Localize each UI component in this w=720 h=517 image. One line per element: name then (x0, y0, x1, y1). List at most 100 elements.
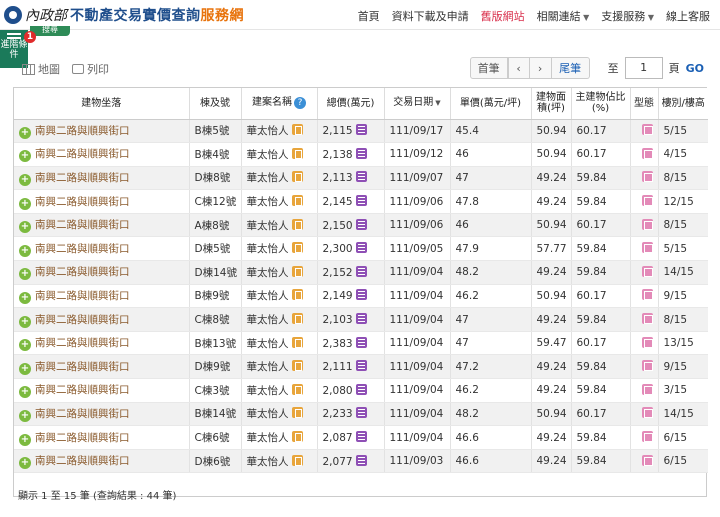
table-row[interactable]: + 南興二路與順興街口 C棟3號 華太怡人 2,080 111/09/04 46.2 49.2… (14, 378, 708, 403)
building-info-icon[interactable] (291, 242, 303, 254)
table-row[interactable]: + 南興二路與順興街口 D棟5號 華太怡人 2,300 111/09/05 47.9 57.7… (14, 236, 708, 262)
help-icon[interactable]: ? (294, 97, 306, 110)
address-text[interactable]: 南興二路與順興街口 (35, 361, 130, 373)
address-text[interactable]: 南興二路與順興街口 (35, 219, 130, 231)
nav-item-3[interactable]: 相關連結 ▼ (537, 8, 590, 24)
table-row[interactable]: + 南興二路與順興街口 A棟8號 華太怡人 2,150 111/09/06 46 50.94 6… (14, 213, 708, 238)
expand-row-icon[interactable]: + (19, 409, 31, 422)
calculator-icon[interactable] (355, 124, 367, 136)
building-info-icon[interactable] (291, 431, 303, 443)
calculator-icon[interactable] (355, 313, 367, 325)
building-type-icon[interactable] (641, 147, 653, 159)
building-type-icon[interactable] (641, 124, 653, 136)
address-text[interactable]: 南興二路與順興街口 (35, 148, 130, 160)
building-type-icon[interactable] (641, 454, 653, 466)
print-button[interactable]: 列印 (72, 61, 109, 77)
table-row[interactable]: + 南興二路與順興街口 B棟13號 華太怡人 2,383 111/09/04 47 59.47… (14, 331, 708, 356)
nav-item-2[interactable]: 舊版網站 (481, 8, 525, 24)
building-type-icon[interactable] (641, 289, 653, 301)
calculator-icon[interactable] (355, 383, 367, 395)
expand-row-icon[interactable]: + (19, 244, 31, 257)
page-number-input[interactable]: 1 (624, 57, 663, 79)
calculator-icon[interactable] (355, 454, 367, 466)
go-button[interactable]: GO (686, 62, 704, 75)
address-text[interactable]: 南興二路與順興街口 (35, 172, 130, 184)
table-row[interactable]: + 南興二路與順興街口 B棟4號 華太怡人 2,138 111/09/12 46 50.94 6… (14, 142, 708, 167)
building-info-icon[interactable] (291, 147, 303, 159)
nav-item-5[interactable]: 線上客服 (666, 8, 710, 24)
expand-row-icon[interactable]: + (19, 339, 31, 352)
address-text[interactable]: 南興二路與順興街口 (35, 408, 130, 420)
expand-row-icon[interactable]: + (19, 457, 31, 470)
building-type-icon[interactable] (641, 313, 653, 325)
calculator-icon[interactable] (355, 242, 367, 254)
address-text[interactable]: 南興二路與順興街口 (35, 384, 130, 396)
calculator-icon[interactable] (355, 407, 367, 419)
building-type-icon[interactable] (641, 265, 653, 277)
building-type-icon[interactable] (641, 360, 653, 372)
col-community[interactable]: 建案名稱? (241, 88, 318, 120)
first-page-button[interactable]: 首筆 (469, 57, 508, 79)
table-row[interactable]: + 南興二路與順興街口 D棟6號 華太怡人 2,077 111/09/03 46.6 49.2… (14, 449, 708, 474)
address-text[interactable]: 南興二路與順興街口 (35, 432, 130, 444)
table-row[interactable]: + 南興二路與順興街口 D棟9號 華太怡人 2,111 111/09/04 47.2 49.2… (14, 354, 708, 380)
calculator-icon[interactable] (355, 147, 367, 159)
table-row[interactable]: + 南興二路與順興街口 D棟8號 華太怡人 2,113 111/09/07 47 49.24 5… (14, 166, 708, 191)
table-row[interactable]: + 南興二路與順興街口 B棟14號 華太怡人 2,233 111/09/04 48.2 50.… (14, 402, 708, 427)
expand-row-icon[interactable]: + (19, 126, 31, 139)
prev-page-button[interactable]: ‹ (507, 57, 530, 79)
table-row[interactable]: + 南興二路與順興街口 C棟6號 華太怡人 2,087 111/09/04 46.6 49.2… (14, 425, 708, 450)
table-row[interactable]: + 南興二路與順興街口 C棟12號 華太怡人 2,145 111/09/06 47.8 49.… (14, 189, 708, 214)
address-text[interactable]: 南興二路與順興街口 (35, 125, 130, 137)
building-type-icon[interactable] (641, 195, 653, 207)
building-type-icon[interactable] (641, 218, 653, 230)
col-area[interactable]: 建物面積(坪) (531, 88, 572, 120)
nav-item-1[interactable]: 資料下載及申請 (392, 8, 469, 24)
calculator-icon[interactable] (355, 431, 367, 443)
building-type-icon[interactable] (641, 407, 653, 419)
building-info-icon[interactable] (291, 124, 303, 136)
calculator-icon[interactable] (355, 195, 367, 207)
expand-row-icon[interactable]: + (19, 386, 31, 399)
table-row[interactable]: + 南興二路與順興街口 D棟14號 華太怡人 2,152 111/09/04 48.2 49.… (14, 260, 708, 285)
building-info-icon[interactable] (291, 289, 303, 301)
expand-row-icon[interactable]: + (19, 315, 31, 328)
building-type-icon[interactable] (641, 336, 653, 348)
col-unit-price[interactable]: 單價(萬元/坪) (450, 88, 532, 120)
building-info-icon[interactable] (291, 265, 303, 277)
table-row[interactable]: + 南興二路與順興街口 C棟8號 華太怡人 2,103 111/09/04 47 49.24 5… (14, 307, 708, 332)
building-info-icon[interactable] (291, 195, 303, 207)
calculator-icon[interactable] (355, 360, 367, 372)
building-type-icon[interactable] (641, 431, 653, 443)
calculator-icon[interactable] (355, 171, 367, 183)
expand-row-icon[interactable]: + (19, 291, 31, 304)
nav-item-0[interactable]: 首頁 (358, 8, 380, 24)
col-building-no[interactable]: 棟及號 (189, 88, 242, 120)
building-info-icon[interactable] (291, 218, 303, 230)
expand-row-icon[interactable]: + (19, 221, 31, 234)
building-info-icon[interactable] (291, 383, 303, 395)
expand-row-icon[interactable]: + (19, 433, 31, 446)
building-info-icon[interactable] (291, 336, 303, 348)
last-page-button[interactable]: 尾筆 (551, 57, 590, 79)
search-tab-button[interactable]: 搜尋 (30, 26, 70, 36)
site-logo[interactable]: 內政部 不動產交易實價查詢服務網 (4, 5, 244, 25)
expand-row-icon[interactable]: + (19, 197, 31, 210)
table-row[interactable]: + 南興二路與順興街口 B棟9號 華太怡人 2,149 111/09/04 46.2 50.9… (14, 284, 708, 309)
address-text[interactable]: 南興二路與順興街口 (35, 243, 130, 255)
expand-row-icon[interactable]: + (19, 268, 31, 281)
building-type-icon[interactable] (641, 383, 653, 395)
col-total-price[interactable]: 總價(萬元) (317, 88, 385, 120)
col-type[interactable]: 型態 (630, 88, 659, 120)
building-type-icon[interactable] (641, 242, 653, 254)
calculator-icon[interactable] (355, 218, 367, 230)
table-row[interactable]: + 南興二路與順興街口 B棟5號 華太怡人 2,115 111/09/17 45.4 50.9… (14, 119, 708, 144)
building-info-icon[interactable] (291, 171, 303, 183)
sort-desc-icon[interactable]: ▼ (435, 98, 440, 109)
col-trade-date[interactable]: 交易日期 ▼ (384, 88, 451, 120)
address-text[interactable]: 南興二路與順興街口 (35, 290, 130, 302)
address-text[interactable]: 南興二路與順興街口 (35, 266, 130, 278)
address-text[interactable]: 南興二路與順興街口 (35, 337, 130, 349)
nav-item-4[interactable]: 支援服務 ▼ (601, 8, 654, 24)
map-button[interactable]: 地圖 (22, 61, 60, 77)
